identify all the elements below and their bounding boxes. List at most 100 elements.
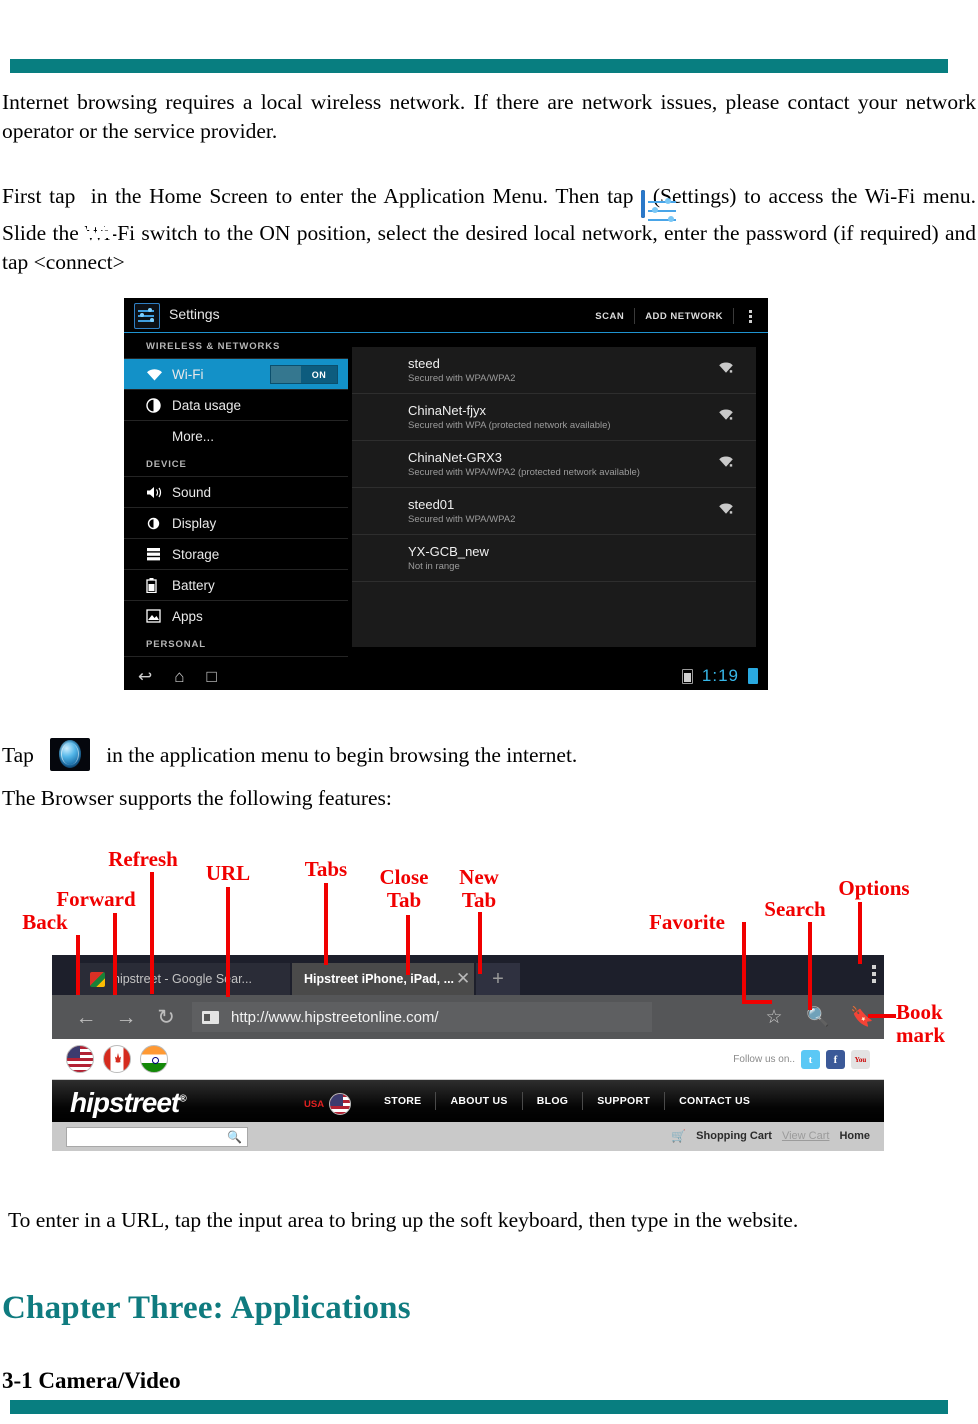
sidebar-item-battery[interactable]: Battery: [124, 569, 348, 600]
back-icon[interactable]: ←: [66, 1007, 106, 1028]
web-page-content: Follow us on.. t f You hipstreet® USA ST…: [52, 1039, 884, 1151]
sidebar-item-data-usage[interactable]: Data usage: [124, 389, 348, 420]
tab-title: Hipstreet iPhone, iPad, ...: [304, 972, 455, 986]
nav-link-support[interactable]: SUPPORT: [583, 1095, 664, 1107]
wifi-list-item[interactable]: steed Secured with WPA/WPA2: [352, 347, 756, 394]
annotation-new-tab: New Tab: [459, 865, 499, 912]
usa-flag-icon[interactable]: [66, 1045, 94, 1073]
wifi-status: Secured with WPA/WPA2: [408, 514, 516, 525]
storage-icon: [146, 547, 172, 561]
home-nav-icon[interactable]: ⌂: [174, 667, 184, 687]
wifi-signal-icon: [718, 361, 734, 374]
follow-label: Follow us on..: [733, 1054, 795, 1065]
wifi-toggle[interactable]: ON: [270, 365, 338, 384]
apps-icon: [146, 609, 172, 623]
scan-button[interactable]: SCAN: [585, 311, 634, 322]
site-search-input[interactable]: 🔍: [66, 1127, 248, 1147]
leader-bookmark: [868, 1014, 896, 1018]
settings-body: WIRELESS & NETWORKS Wi-Fi ON Data usage …: [124, 333, 768, 665]
section-subheading: 3-1 Camera/Video: [2, 1368, 181, 1393]
wifi-list-item[interactable]: ChinaNet-GRX3 Secured with WPA/WPA2 (pro…: [352, 441, 756, 488]
country-label: USA: [304, 1098, 325, 1110]
wifi-list-item[interactable]: YX-GCB_new Not in range: [352, 535, 756, 582]
options-menu-icon[interactable]: [872, 965, 876, 983]
shopping-cart-icon: 🛒: [671, 1129, 687, 1143]
sidebar-item-sound[interactable]: Sound: [124, 476, 348, 507]
home-link[interactable]: Home: [839, 1130, 870, 1142]
annotation-refresh: Refresh: [108, 847, 178, 871]
nav-link-contact-us[interactable]: CONTACT US: [665, 1095, 764, 1107]
sidebar-label-more: More...: [172, 428, 215, 444]
nav-link-blog[interactable]: BLOG: [523, 1095, 583, 1107]
country-selector[interactable]: USA: [304, 1093, 352, 1115]
url-bar[interactable]: http://www.hipstreetonline.com/: [192, 1002, 652, 1032]
toggle-label: ON: [311, 369, 327, 380]
india-flag-icon[interactable]: [140, 1045, 168, 1073]
twitter-icon[interactable]: t: [801, 1050, 820, 1069]
sidebar-item-storage[interactable]: Storage: [124, 538, 348, 569]
wifi-status: Secured with WPA/WPA2 (protected network…: [408, 467, 640, 478]
wifi-icon: [146, 368, 172, 381]
browser-tab-strip: hipstreet - Google Sear... Hipstreet iPh…: [52, 955, 884, 995]
wifi-signal-icon: [718, 408, 734, 421]
facebook-icon[interactable]: f: [826, 1050, 845, 1069]
android-navigation-bar: ↩ ⌂ □ 1:19: [124, 664, 768, 690]
follow-us-group: Follow us on.. t f You: [733, 1050, 870, 1069]
settings-action-bar: Settings SCAN ADD NETWORK: [124, 298, 768, 333]
favorite-star-icon[interactable]: ☆: [752, 1008, 796, 1027]
site-search-icon[interactable]: 🔍: [227, 1130, 242, 1144]
annotation-back: Back: [22, 910, 68, 934]
recents-nav-icon[interactable]: □: [207, 667, 217, 687]
country-flags: [66, 1045, 168, 1073]
forward-icon[interactable]: →: [106, 1007, 146, 1028]
refresh-icon[interactable]: ↻: [146, 1007, 186, 1028]
sidebar-item-more[interactable]: More...: [124, 420, 348, 451]
add-network-button[interactable]: ADD NETWORK: [635, 311, 733, 322]
nav-link-about-us[interactable]: ABOUT US: [436, 1095, 521, 1107]
wifi-list-item[interactable]: ChinaNet-fjyx Secured with WPA (protecte…: [352, 394, 756, 441]
section-label-device: DEVICE: [146, 459, 187, 470]
leader-favorite-v: [742, 922, 746, 1004]
settings-icon: [134, 303, 160, 329]
leader-tabs: [324, 883, 328, 965]
search-icon[interactable]: 🔍: [796, 1008, 840, 1027]
sidebar-label-display: Display: [172, 515, 217, 531]
close-tab-icon[interactable]: ✕: [456, 970, 470, 987]
browser-tab-inactive[interactable]: hipstreet - Google Sear...: [78, 963, 290, 995]
features-intro-line: The Browser supports the following featu…: [2, 786, 392, 810]
url-text: http://www.hipstreetonline.com/: [231, 1008, 439, 1026]
data-usage-icon: [146, 397, 172, 413]
shopping-cart-label[interactable]: Shopping Cart: [696, 1130, 772, 1142]
new-tab-icon[interactable]: +: [476, 963, 520, 995]
wifi-status: Secured with WPA (protected network avai…: [408, 420, 611, 431]
logo-text: hipstreet: [70, 1087, 180, 1118]
overflow-menu-icon[interactable]: [734, 309, 760, 323]
leader-favorite-h: [742, 1000, 772, 1004]
browser-tab-active[interactable]: Hipstreet iPhone, iPad, ...: [292, 963, 474, 995]
annotation-search: Search: [764, 897, 826, 921]
annotation-url: URL: [205, 861, 251, 885]
annotation-close-tab: Close Tab: [379, 865, 429, 912]
back-nav-icon[interactable]: ↩: [138, 667, 152, 687]
sidebar-label-sound: Sound: [172, 484, 212, 500]
page-info-icon: [202, 1010, 219, 1024]
battery-icon: [146, 577, 172, 593]
wifi-ssid: steed: [408, 356, 440, 371]
wifi-instructions-paragraph: First tap in the Home Screen to enter th…: [2, 182, 976, 277]
canada-flag-icon[interactable]: [103, 1045, 131, 1073]
annotation-options: Options: [838, 876, 910, 900]
sidebar-item-display[interactable]: Display: [124, 507, 348, 538]
wifi-list-item[interactable]: steed01 Secured with WPA/WPA2: [352, 488, 756, 535]
url-entry-note: To enter in a URL, tap the input area to…: [8, 1208, 799, 1232]
youtube-icon[interactable]: You: [851, 1050, 870, 1069]
sidebar-item-wifi[interactable]: Wi-Fi ON: [124, 358, 348, 389]
view-cart-link[interactable]: View Cart: [782, 1130, 829, 1142]
tap-prefix: Tap: [2, 743, 34, 767]
tap-suffix: in the application menu to begin browsin…: [106, 743, 578, 767]
annotation-tabs: Tabs: [304, 857, 348, 881]
sidebar-label-battery: Battery: [172, 577, 215, 593]
sidebar-item-apps[interactable]: Apps: [124, 600, 348, 631]
nav-buttons: ↩ ⌂ □: [138, 667, 217, 687]
nav-link-store[interactable]: STORE: [370, 1095, 435, 1107]
sidebar-divider: [124, 656, 348, 661]
